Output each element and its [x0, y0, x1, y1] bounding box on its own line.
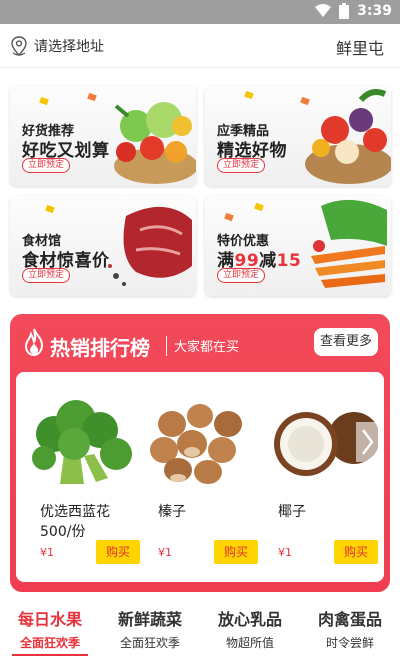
broccoli-image	[32, 400, 132, 484]
tab-title: 每日水果	[17, 610, 82, 629]
section-subtitle: 大家都在买	[174, 340, 240, 355]
confetti-decoration	[39, 96, 49, 106]
product-name: 椰子	[278, 504, 306, 520]
hazelnut-image	[150, 404, 242, 484]
tab-subtitle: 全面狂欢季	[19, 636, 80, 650]
view-more-button[interactable]: 查看更多	[314, 328, 378, 356]
tab-title: 肉禽蛋品	[317, 610, 382, 629]
tab-subtitle: 全面狂欢季	[119, 636, 180, 650]
confetti-decoration	[254, 202, 264, 212]
product-card[interactable]: 椰子 ¥1 购买	[262, 372, 378, 582]
top-header: 请选择地址 鲜里屯	[0, 24, 400, 68]
product-price: ¥1	[158, 546, 172, 559]
confetti-decoration	[45, 204, 55, 214]
product-name: 榛子	[158, 504, 186, 520]
vegetable-basket-image	[305, 89, 391, 184]
promo-banner-ingredients[interactable]: 食材馆 食材惊喜价 立即预定	[10, 196, 196, 296]
product-name: 优选西蓝花500/份	[40, 504, 110, 540]
location-selector[interactable]: 请选择地址	[10, 36, 104, 56]
chevron-right-icon[interactable]	[356, 422, 378, 462]
confetti-decoration	[224, 212, 234, 222]
status-bar: 3:39	[0, 0, 400, 24]
category-tabs: 每日水果 全面狂欢季 新鲜蔬菜 全面狂欢季 放心乳品 物超所值 肉禽蛋品 时令尝…	[0, 600, 400, 660]
title-part: 减	[259, 251, 277, 271]
product-price: ¥1	[40, 546, 54, 559]
tab-daily-fruits[interactable]: 每日水果 全面狂欢季	[0, 600, 100, 660]
promo-banner-good-deals[interactable]: 好货推荐 好吃又划算 立即预定	[10, 86, 196, 186]
location-label: 请选择地址	[34, 39, 104, 55]
title-divider	[166, 336, 167, 356]
tab-title: 新鲜蔬菜	[117, 610, 182, 629]
discount-amount: 15	[276, 251, 302, 271]
reserve-now-button[interactable]: 立即预定	[22, 268, 71, 283]
buy-button[interactable]: 购买	[96, 540, 140, 564]
tab-meat-eggs[interactable]: 肉禽蛋品 时令尝鲜	[300, 600, 400, 660]
flame-icon	[24, 328, 44, 356]
promo-banner-special-offer[interactable]: 特价优惠 满99减15 立即预定	[205, 196, 391, 296]
vegetable-basket-image	[114, 102, 196, 184]
confetti-decoration	[244, 90, 254, 100]
reserve-now-button[interactable]: 立即预定	[217, 268, 266, 283]
hot-sales-section: 热销排行榜 大家都在买 查看更多 优选西蓝花500/份 ¥1 购买 榛子 ¥1 …	[10, 314, 390, 592]
tab-fresh-vegetables[interactable]: 新鲜蔬菜 全面狂欢季	[100, 600, 200, 660]
product-carousel[interactable]: 优选西蓝花500/份 ¥1 购买 榛子 ¥1 购买 椰子 ¥1 购买	[16, 372, 384, 582]
vegetables-image	[311, 199, 387, 288]
location-pin-icon	[11, 36, 27, 56]
meat-image	[108, 206, 192, 286]
section-title: 热销排行榜	[50, 336, 150, 360]
tab-dairy[interactable]: 放心乳品 物超所值	[200, 600, 300, 660]
promo-banners: 好货推荐 好吃又划算 立即预定 应季精品 精选好物 立即预定 食材馆 食材惊喜价…	[0, 68, 400, 308]
buy-button[interactable]: 购买	[214, 540, 258, 564]
promo-banner-seasonal[interactable]: 应季精品 精选好物 立即预定	[205, 86, 391, 186]
battery-icon	[339, 3, 350, 19]
reserve-now-button[interactable]: 立即预定	[22, 158, 71, 173]
brand-name: 鲜里屯	[335, 39, 384, 58]
wifi-icon	[315, 4, 332, 17]
tab-subtitle: 时令尝鲜	[325, 636, 374, 650]
reserve-now-button[interactable]: 立即预定	[217, 158, 266, 173]
tab-subtitle: 物超所值	[225, 636, 274, 650]
product-card[interactable]: 榛子 ¥1 购买	[142, 372, 258, 582]
product-card[interactable]: 优选西蓝花500/份 ¥1 购买	[24, 372, 140, 582]
tab-title: 放心乳品	[217, 610, 282, 629]
status-time: 3:39	[357, 3, 392, 19]
buy-button[interactable]: 购买	[334, 540, 378, 564]
product-price: ¥1	[278, 546, 292, 559]
